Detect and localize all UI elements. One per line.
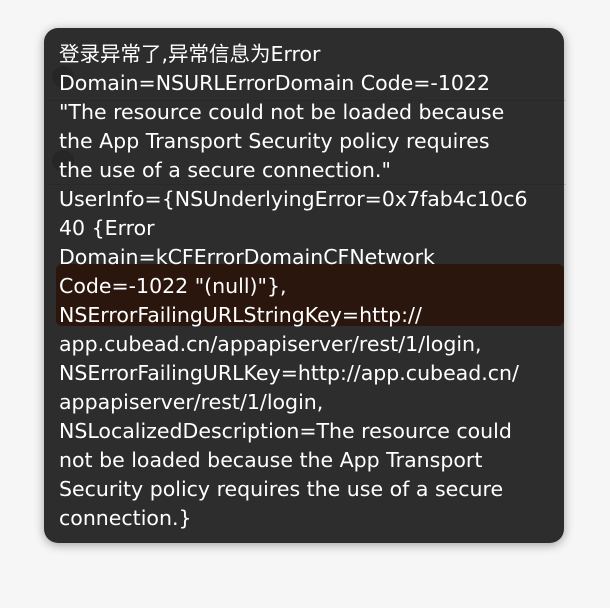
error-toast: 登录异常了,异常信息为Error Domain=NSURLErrorDomain… bbox=[44, 28, 564, 543]
error-message-text: 登录异常了,异常信息为Error Domain=NSURLErrorDomain… bbox=[59, 42, 528, 530]
